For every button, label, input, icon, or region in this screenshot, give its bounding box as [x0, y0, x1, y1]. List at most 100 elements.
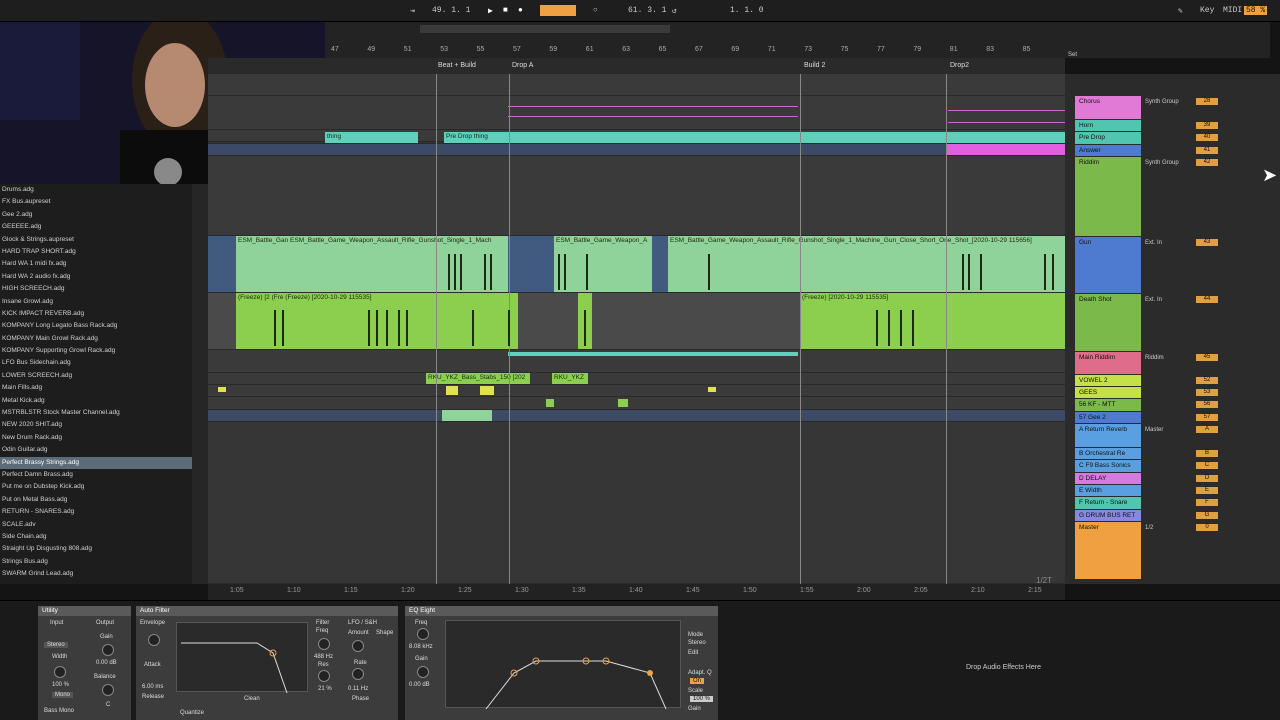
- return-lanes[interactable]: [208, 422, 1065, 584]
- track-header[interactable]: Master: [1075, 522, 1141, 579]
- eq-adapt-toggle[interactable]: On: [690, 678, 705, 684]
- track-routing[interactable]: Synth Group: [1145, 160, 1179, 166]
- auto-filter-title[interactable]: Auto Filter: [136, 606, 398, 616]
- browser-item[interactable]: HIGH SCREECH.adg: [0, 283, 192, 295]
- track-header[interactable]: Riddim: [1075, 157, 1141, 236]
- track-activator[interactable]: G: [1196, 512, 1218, 519]
- gun-lane[interactable]: ESM_Battle_Gan ESM_Battle_Game_Weapon_As…: [208, 236, 1065, 293]
- browser-item[interactable]: KICK IMPACT REVERB.adg: [0, 308, 192, 320]
- arrangement-view[interactable]: thing Pre Drop thing ESM_Battle_Gan ESM_…: [208, 74, 1065, 584]
- track-header[interactable]: B Orchestral Re: [1075, 448, 1141, 459]
- utility-device[interactable]: Utility Input Output Stereo Gain 0.00 dB…: [38, 606, 131, 720]
- utility-bass-mono-button[interactable]: Bass Mono: [44, 708, 74, 714]
- track-activator[interactable]: 42: [1196, 159, 1218, 166]
- eq-scale-value[interactable]: 100 %: [690, 696, 714, 702]
- key-map-button[interactable]: Key: [1200, 6, 1214, 15]
- clip-bass[interactable]: RKU_YKZ_Bass_Stabs_150 [202: [426, 373, 530, 384]
- track-header[interactable]: 56 KF - MTT: [1075, 399, 1141, 411]
- browser-item[interactable]: Drums.adg: [0, 184, 192, 196]
- track-header[interactable]: Main Riddim: [1075, 352, 1141, 374]
- utility-balance-knob[interactable]: [102, 684, 114, 696]
- browser-item[interactable]: SCALE.adv: [0, 519, 192, 531]
- record-icon[interactable]: ●: [518, 6, 523, 15]
- browser-item[interactable]: NEW 2020 SHIT.adg: [0, 419, 192, 431]
- autofilter-quantize-button[interactable]: Quantize: [180, 710, 204, 716]
- track-activator[interactable]: 52: [1196, 377, 1218, 384]
- main-riddim-lane[interactable]: [208, 350, 1065, 373]
- track-activator[interactable]: 53: [1196, 389, 1218, 396]
- browser-item[interactable]: Put on Metal Bass.adg: [0, 494, 192, 506]
- track-activator[interactable]: 28: [1196, 98, 1218, 105]
- browser-item[interactable]: Hard WA 1 midi fx.adg: [0, 258, 192, 270]
- browser-item[interactable]: Insane Growl.adg: [0, 296, 192, 308]
- browser-item[interactable]: HARD TRAP SHORT.adg: [0, 246, 192, 258]
- track-activator[interactable]: 41: [1196, 147, 1218, 154]
- browser-item[interactable]: LFO Bus Sidechain.adg: [0, 357, 192, 369]
- clip-gun-3[interactable]: ESM_Battle_Game_Weapon_Assault_Rifle_Gun…: [668, 236, 1065, 292]
- browser-item[interactable]: KOMPANY Supporting Growl Rack.adg: [0, 345, 192, 357]
- metronome-icon[interactable]: ○: [593, 6, 598, 15]
- clip-pre-drop[interactable]: Pre Drop thing: [444, 132, 1065, 143]
- track-routing[interactable]: Ext. In: [1145, 297, 1162, 303]
- track-routing[interactable]: 1/2: [1145, 525, 1153, 531]
- autofilter-rate-knob[interactable]: [352, 668, 364, 680]
- track-activator[interactable]: 56: [1196, 401, 1218, 408]
- utility-title[interactable]: Utility: [38, 606, 131, 616]
- eq-freq-knob[interactable]: [417, 628, 429, 640]
- track-lane[interactable]: [208, 74, 1065, 96]
- track-activator[interactable]: B: [1196, 450, 1218, 457]
- locator-beat-build[interactable]: Beat + Build: [438, 62, 476, 69]
- browser-item[interactable]: Strings Bus.adg: [0, 556, 192, 568]
- utility-stereo-select[interactable]: Stereo: [44, 642, 68, 648]
- clip-gun-1[interactable]: ESM_Battle_Gan ESM_Battle_Game_Weapon_As…: [236, 236, 508, 292]
- track-header[interactable]: D DELAY: [1075, 473, 1141, 484]
- eq-eight-title[interactable]: EQ Eight: [405, 606, 718, 616]
- track-activator[interactable]: D: [1196, 475, 1218, 482]
- browser-item[interactable]: Glock & Strings.aupreset: [0, 234, 192, 246]
- song-position[interactable]: 49. 1. 1: [432, 6, 470, 15]
- riddim-lane[interactable]: [208, 156, 1065, 236]
- track-activator[interactable]: 39: [1196, 122, 1218, 129]
- track-header[interactable]: Horn: [1075, 120, 1141, 131]
- browser-item[interactable]: Odin Guitar.adg: [0, 444, 192, 456]
- track-activator[interactable]: 40: [1196, 134, 1218, 141]
- track-routing[interactable]: Master: [1145, 427, 1163, 433]
- pre-drop-lane[interactable]: thing Pre Drop thing: [208, 132, 1065, 144]
- eq-eight-device[interactable]: EQ Eight Freq 8.08 kHz Gain 0.00 dB Mode…: [405, 606, 718, 720]
- play-icon[interactable]: ▶: [488, 6, 493, 16]
- locator-build-2[interactable]: Build 2: [804, 62, 825, 69]
- track-routing[interactable]: Ext. In: [1145, 240, 1162, 246]
- eq-curve-display[interactable]: [445, 620, 681, 710]
- browser-item[interactable]: KOMPANY Long Legato Bass Rack.adg: [0, 320, 192, 332]
- browser-item[interactable]: LOWER SCREECH.adg: [0, 370, 192, 382]
- locator-drop2[interactable]: Drop2: [950, 62, 969, 69]
- chorus-lane[interactable]: [208, 96, 1065, 130]
- loop-icon[interactable]: ↺: [672, 6, 677, 16]
- time-ruler[interactable]: 1:05 1:10 1:15 1:20 1:25 1:30 1:35 1:40 1:45 1:50…: [208, 576, 1065, 600]
- track-activator[interactable]: A: [1196, 426, 1218, 433]
- browser-item[interactable]: Put me on Dubstep Kick.adg: [0, 481, 192, 493]
- track-header[interactable]: Pre Drop: [1075, 132, 1141, 144]
- track-header[interactable]: E Width: [1075, 485, 1141, 496]
- track-header[interactable]: F Return - Snare: [1075, 497, 1141, 509]
- locator-bar[interactable]: Beat + Build Drop A Build 2 Drop2: [208, 58, 1065, 74]
- clip-gun-2[interactable]: ESM_Battle_Game_Weapon_A: [554, 236, 652, 292]
- browser-item[interactable]: Side Chain.adg: [0, 531, 192, 543]
- kf-lane[interactable]: [208, 397, 1065, 410]
- browser-item[interactable]: KOMPANY Main Growl Rack.adg: [0, 333, 192, 345]
- stop-icon[interactable]: ■: [503, 6, 508, 15]
- browser-item[interactable]: Main Fills.adg: [0, 382, 192, 394]
- browser-item[interactable]: FX Bus.aupreset: [0, 196, 192, 208]
- answer-lane[interactable]: [208, 144, 1065, 156]
- utility-width-knob[interactable]: [54, 666, 66, 678]
- clip-bass-2[interactable]: RKU_YKZ: [552, 373, 588, 384]
- track-header[interactable]: C F9 Bass Sonics: [1075, 460, 1141, 472]
- browser-item[interactable]: SWARM Grind Lead.adg: [0, 568, 192, 580]
- utility-gain-knob[interactable]: [102, 644, 114, 656]
- midi-map-button[interactable]: MIDI: [1223, 6, 1242, 15]
- locator-drop-a[interactable]: Drop A: [512, 62, 533, 69]
- track-activator[interactable]: E: [1196, 487, 1218, 494]
- track-activator[interactable]: F: [1196, 499, 1218, 506]
- browser-item[interactable]: RETURN - SNARES.adg: [0, 506, 192, 518]
- track-activator[interactable]: C: [1196, 462, 1218, 469]
